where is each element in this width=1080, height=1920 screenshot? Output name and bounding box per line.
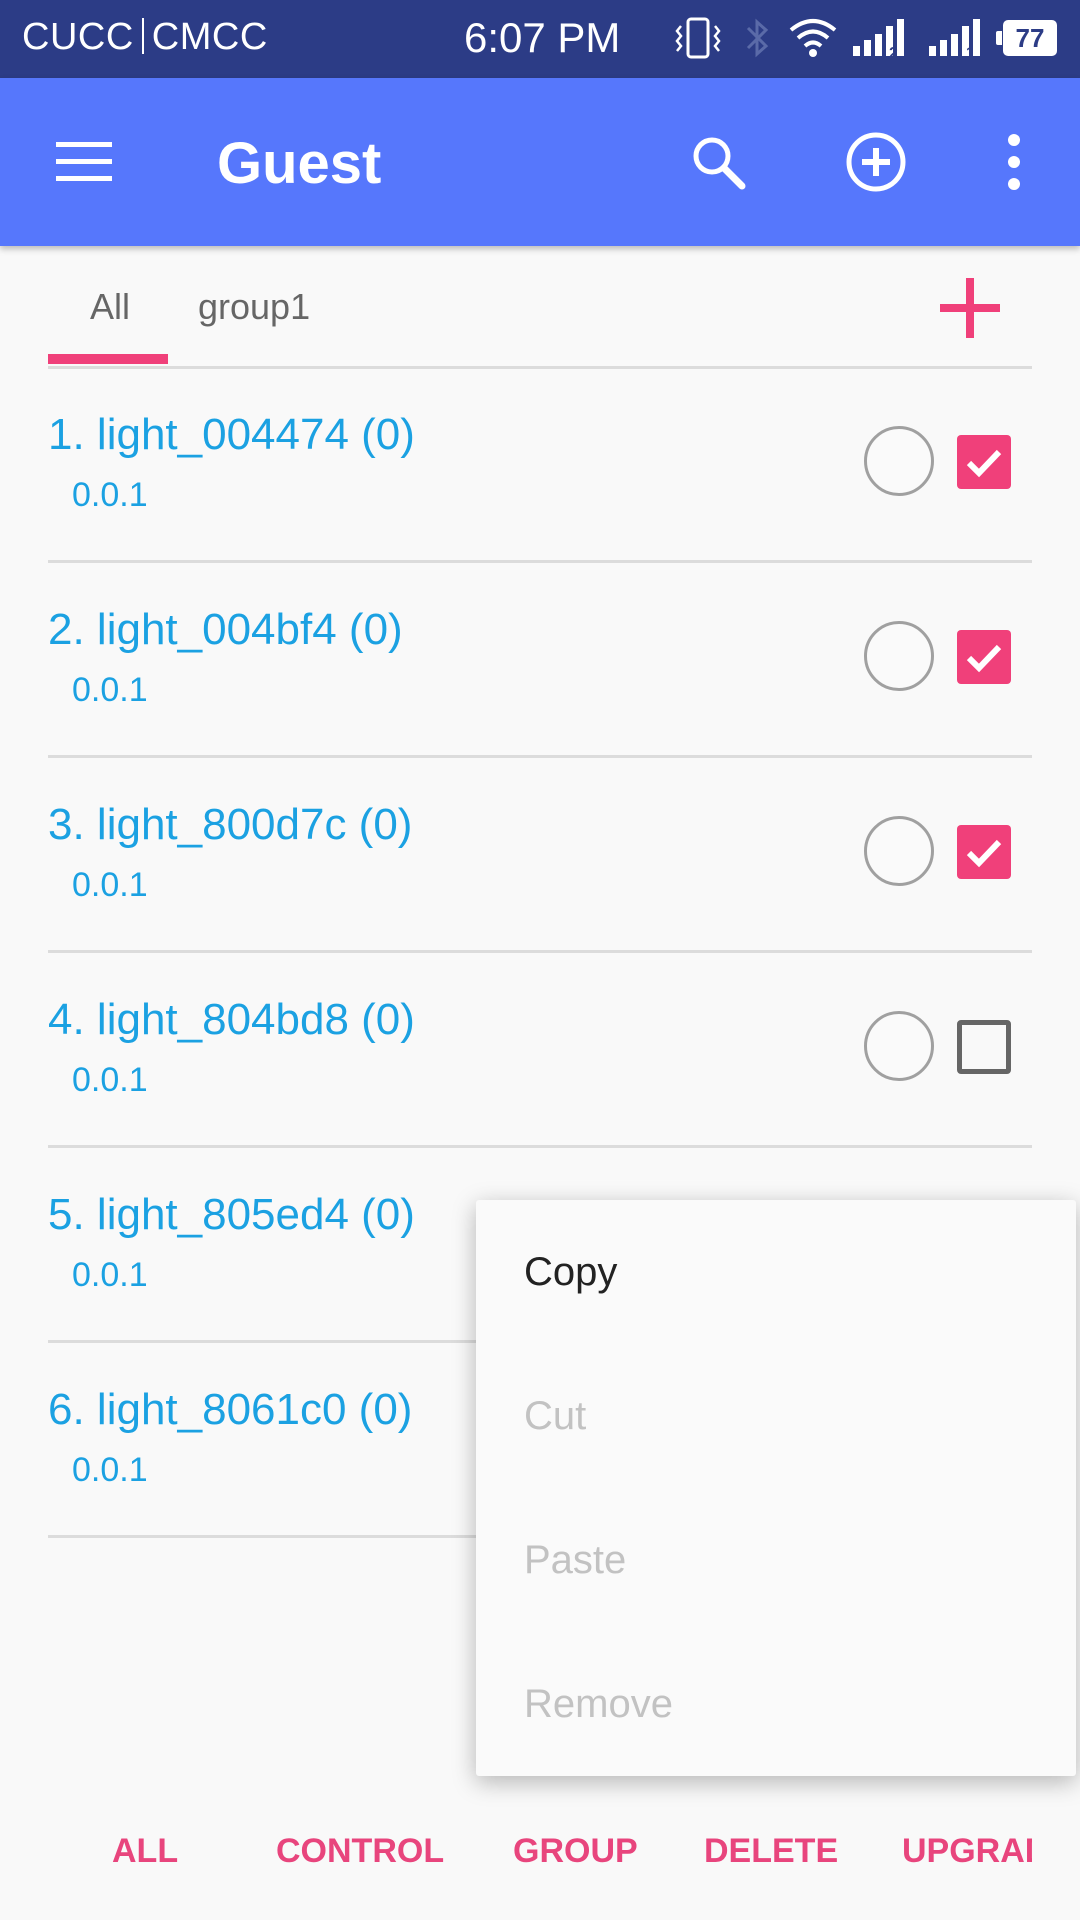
menu-item-paste[interactable]: Paste	[524, 1538, 626, 1583]
control-button[interactable]: CONTROL	[276, 1832, 444, 1871]
vibrate-icon	[675, 17, 721, 59]
light-name: 6. light_8061c0 (0)	[48, 1385, 413, 1434]
status-bar: CUCC CMCC 6:07 PM 2 1 77	[0, 0, 1080, 78]
light-radio[interactable]	[864, 816, 934, 886]
list-item[interactable]: 1. light_004474 (0) 0.0.1	[48, 368, 1032, 563]
light-name: 4. light_804bd8 (0)	[48, 995, 415, 1044]
tab-group1[interactable]: group1	[198, 286, 310, 328]
search-icon[interactable]	[690, 134, 746, 190]
check-icon	[966, 644, 1002, 673]
light-name: 3. light_800d7c (0)	[48, 800, 413, 849]
add-circle-icon[interactable]	[844, 130, 908, 194]
bluetooth-icon	[746, 18, 769, 58]
light-name: 1. light_004474 (0)	[48, 410, 415, 459]
carrier-1: CUCC	[22, 16, 134, 58]
menu-item-remove[interactable]: Remove	[524, 1682, 673, 1727]
all-button[interactable]: ALL	[112, 1832, 178, 1871]
light-version: 0.0.1	[72, 866, 148, 904]
light-version: 0.0.1	[72, 476, 148, 514]
app-bar: Guest	[0, 78, 1080, 246]
tab-bar: All group1	[48, 246, 1032, 369]
wifi-icon	[789, 19, 837, 57]
upgrade-button[interactable]: UPGRADE	[902, 1832, 1032, 1871]
carrier-2: CMCC	[151, 16, 268, 58]
status-time: 6:07 PM	[464, 14, 621, 61]
light-name: 2. light_004bf4 (0)	[48, 605, 403, 654]
carrier-labels: CUCC CMCC	[22, 16, 268, 59]
light-version: 0.0.1	[72, 1256, 148, 1294]
light-version: 0.0.1	[72, 1061, 148, 1099]
light-radio[interactable]	[864, 426, 934, 496]
carrier-separator	[141, 18, 144, 54]
check-icon	[966, 839, 1002, 868]
list-item[interactable]: 4. light_804bd8 (0) 0.0.1	[48, 953, 1032, 1148]
signal-sim2-icon: 2	[853, 19, 904, 60]
light-version: 0.0.1	[72, 671, 148, 709]
light-version: 0.0.1	[72, 1451, 148, 1489]
list-item[interactable]: 3. light_800d7c (0) 0.0.1	[48, 758, 1032, 953]
sim-1-label: 1	[966, 45, 975, 60]
check-icon	[966, 449, 1002, 478]
context-menu: Copy Cut Paste Remove	[476, 1200, 1076, 1776]
more-vert-icon[interactable]	[1002, 134, 1026, 190]
group-button[interactable]: GROUP	[513, 1832, 638, 1871]
tab-all[interactable]: All	[90, 286, 130, 328]
signal-sim1-icon: 1	[929, 19, 980, 60]
light-checkbox[interactable]	[957, 825, 1011, 879]
light-checkbox[interactable]	[957, 1020, 1011, 1074]
battery-icon: 77	[996, 20, 1057, 56]
menu-item-copy[interactable]: Copy	[524, 1250, 617, 1295]
page-title: Guest	[217, 131, 382, 196]
list-item[interactable]: 2. light_004bf4 (0) 0.0.1	[48, 563, 1032, 758]
bottom-action-bar: ALL CONTROL GROUP DELETE UPGRADE	[0, 1810, 1032, 1890]
light-name: 5. light_805ed4 (0)	[48, 1190, 415, 1239]
menu-icon[interactable]	[56, 140, 112, 184]
sim-2-label: 2	[889, 45, 898, 60]
menu-item-cut[interactable]: Cut	[524, 1394, 586, 1439]
light-checkbox[interactable]	[957, 435, 1011, 489]
delete-button[interactable]: DELETE	[704, 1832, 838, 1871]
light-checkbox[interactable]	[957, 630, 1011, 684]
tab-indicator	[48, 354, 168, 364]
light-radio[interactable]	[864, 1011, 934, 1081]
plus-icon[interactable]	[938, 276, 1002, 340]
light-radio[interactable]	[864, 621, 934, 691]
